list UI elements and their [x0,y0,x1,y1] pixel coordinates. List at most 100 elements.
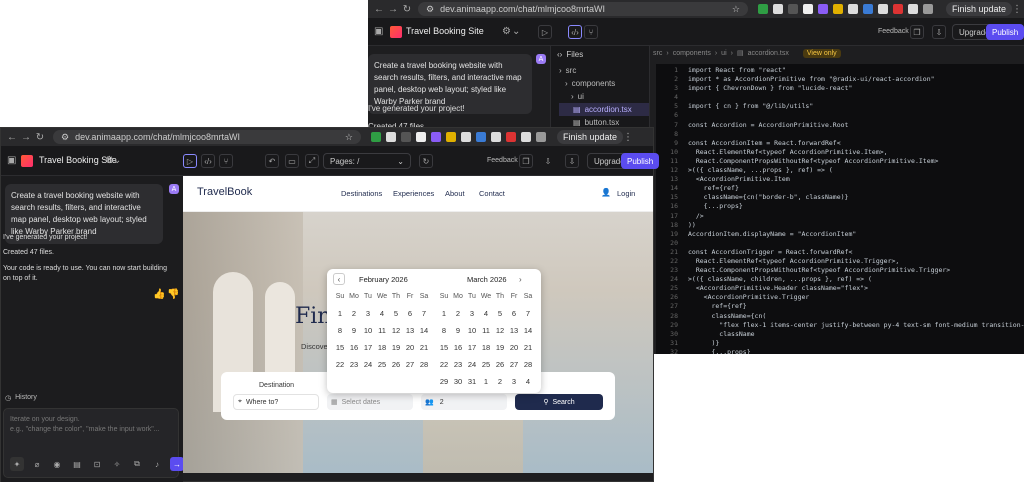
extension-icon[interactable] [893,4,903,14]
copy-icon[interactable]: ❐ [519,154,533,168]
clipboard-icon[interactable]: ▤ [70,457,84,471]
download-icon[interactable]: ⇩ [565,154,579,168]
calendar-day[interactable]: 12 [389,325,403,337]
calendar-day[interactable]: 19 [389,342,403,354]
back-icon[interactable]: ← [372,4,386,15]
copy-icon[interactable]: ❐ [910,25,924,39]
chevron-down-icon[interactable]: ⌄ [512,26,520,37]
extension-icon[interactable] [446,132,456,142]
project-title[interactable]: Travel Booking Site [406,26,484,36]
calendar-day[interactable]: 19 [493,342,507,354]
calendar-day[interactable]: 1 [479,376,493,388]
extension-icon[interactable] [833,4,843,14]
destination-input[interactable]: ⌖ Where to? [233,394,319,410]
calendar-day[interactable]: 27 [403,359,417,371]
extension-icon[interactable] [401,132,411,142]
calendar-day[interactable]: 6 [403,308,417,320]
site-info-icon[interactable]: ⚙ [426,4,434,15]
extension-icon[interactable] [461,132,471,142]
code-editor[interactable]: 1 import React from "react" 2 import * as A… [656,64,1024,354]
undo-icon[interactable]: ↶ [265,154,279,168]
code-mode-icon[interactable]: ‹/› [568,25,582,39]
calendar-day[interactable]: 2 [451,308,465,320]
url-bar[interactable]: ⚙ dev.animaapp.com/chat/mlmjcoo8mrtaWI ☆ [418,2,748,16]
calendar-day[interactable]: 7 [417,308,431,320]
magic-icon[interactable]: ✧ [110,457,124,471]
extension-icon[interactable] [371,132,381,142]
finish-update-button[interactable]: Finish update [946,2,1013,16]
calendar-day[interactable]: 29 [437,376,451,388]
url-bar[interactable]: ⚙ dev.animaapp.com/chat/mlmjcoo8mrtaWI ☆ [53,130,361,144]
nav-experiences[interactable]: Experiences [393,189,434,198]
dates-input[interactable]: ▦ Select dates [327,394,413,410]
forward-icon[interactable]: → [19,132,33,143]
send-icon[interactable]: → [170,457,184,471]
back-icon[interactable]: ← [5,132,19,143]
extension-icon[interactable] [923,4,933,14]
calendar-day[interactable]: 5 [389,308,403,320]
sidebar-toggle-icon[interactable]: ▣ [7,155,16,166]
extension-icon[interactable] [758,4,768,14]
folder-src[interactable]: › src [559,64,649,77]
calendar-day[interactable]: 15 [333,342,347,354]
calendar-day[interactable]: 22 [333,359,347,371]
fullscreen-icon[interactable]: ⤢ [305,154,319,168]
search-button[interactable]: ⚲ Search [515,394,603,410]
calendar-day[interactable]: 20 [507,342,521,354]
git-icon[interactable]: ⑂ [584,25,598,39]
site-info-icon[interactable]: ⚙ [61,132,69,143]
crop-icon[interactable]: ⊡ [90,457,104,471]
figma-icon[interactable]: ✦ [10,457,24,471]
chat-input-box[interactable]: Iterate on your design. e.g., "change th… [3,408,184,478]
mic-icon[interactable]: ♪ [150,457,164,471]
extension-icon[interactable] [506,132,516,142]
calendar-day[interactable]: 11 [375,325,389,337]
camera-icon[interactable]: ◉ [50,457,64,471]
extension-icon[interactable] [431,132,441,142]
calendar-day[interactable]: 2 [493,376,507,388]
calendar-day[interactable]: 11 [479,325,493,337]
thumbs-up-icon[interactable]: 👍 [153,289,165,300]
calendar-day[interactable]: 21 [521,342,535,354]
calendar-day[interactable]: 2 [347,308,361,320]
calendar-day[interactable]: 1 [437,308,451,320]
calendar-day[interactable]: 3 [465,308,479,320]
nav-about[interactable]: About [445,189,465,198]
calendar-day[interactable]: 21 [417,342,431,354]
extension-icon[interactable] [491,132,501,142]
code-mode-icon[interactable]: ‹/› [201,154,215,168]
site-brand[interactable]: TravelBook [197,186,252,198]
extension-icon[interactable] [878,4,888,14]
calendar-day[interactable]: 23 [451,359,465,371]
calendar-day[interactable]: 17 [361,342,375,354]
calendar-day[interactable]: 24 [465,359,479,371]
calendar-day[interactable]: 24 [361,359,375,371]
calendar-day[interactable]: 31 [465,376,479,388]
calendar-day[interactable]: 8 [333,325,347,337]
prev-month-chevron-icon[interactable]: ‹ [333,273,345,285]
extension-icon[interactable] [788,4,798,14]
reload-icon[interactable]: ↻ [33,132,47,143]
menu-dots-icon[interactable]: ⋮ [623,132,633,143]
calendar-day[interactable]: 14 [417,325,431,337]
extension-icon[interactable] [386,132,396,142]
calendar-day[interactable]: 18 [375,342,389,354]
calendar-day[interactable]: 3 [361,308,375,320]
preview-mode-icon[interactable]: ▷ [538,25,552,39]
calendar-day[interactable]: 28 [417,359,431,371]
publish-button[interactable]: Publish [621,153,660,169]
nav-contact[interactable]: Contact [479,189,505,198]
calendar-day[interactable]: 13 [403,325,417,337]
next-month-chevron-icon[interactable]: › [519,275,522,284]
calendar-day[interactable]: 10 [361,325,375,337]
calendar-day[interactable]: 13 [507,325,521,337]
calendar-day[interactable]: 4 [375,308,389,320]
guests-input[interactable]: 👥 2 [421,394,507,410]
calendar-day[interactable]: 4 [521,376,535,388]
sliders-icon[interactable]: ⧉ [130,457,144,471]
bookmark-star-icon[interactable]: ☆ [732,4,740,15]
user-icon[interactable]: 👤 [601,188,611,197]
calendar-day[interactable]: 26 [493,359,507,371]
calendar-day[interactable]: 15 [437,342,451,354]
login-link[interactable]: Login [617,189,635,198]
